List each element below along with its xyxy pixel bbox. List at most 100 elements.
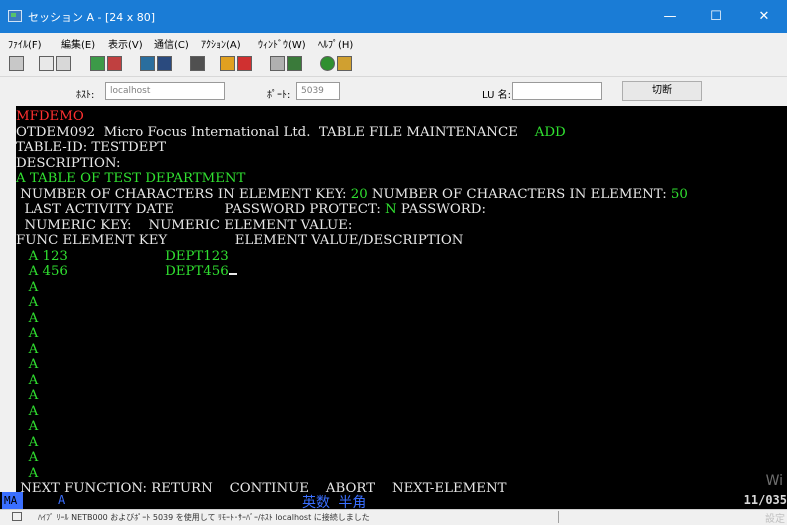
terminal-text: 456 xyxy=(42,264,68,279)
menu-help[interactable]: ﾍﾙﾌﾟ(H) xyxy=(318,36,353,51)
oia-indicator: MA xyxy=(2,492,24,509)
keyboard-setup-icon[interactable] xyxy=(157,56,172,71)
terminal-text: A xyxy=(16,326,39,341)
terminal-text: ADD xyxy=(534,124,566,140)
terminal-line: A xyxy=(16,357,39,373)
terminal-line: LAST ACTIVITY DATE PASSWORD PROTECT: N P… xyxy=(16,202,486,218)
terminal-text: LAST ACTIVITY DATE PASSWORD PROTECT: xyxy=(16,202,386,217)
send-file-icon[interactable] xyxy=(90,56,105,71)
terminal-line: OTDEM092 Micro Focus International Ltd. … xyxy=(16,125,566,141)
menu-communication[interactable]: 通信(C) xyxy=(154,36,189,51)
terminal-text: TABLE-ID: TESTDEPT xyxy=(16,140,167,155)
receive-file-icon[interactable] xyxy=(107,56,122,71)
record-macro-icon[interactable] xyxy=(220,56,235,71)
terminal-text: 123 xyxy=(42,248,68,264)
terminal-line: TABLE-ID: TESTDEPT xyxy=(16,140,166,156)
terminal-text: DESCRIPTION: xyxy=(16,155,121,171)
status-bar: ﾊｲﾌﾞ ﾘｰﾙ NETB000 およびﾎﾟｰﾄ 5039 を使用して ﾘﾓｰﾄ… xyxy=(0,509,787,524)
session-icon[interactable] xyxy=(270,56,285,71)
terminal-line: A 123 DEPT123 xyxy=(16,249,229,265)
terminal-line: A 456 DEPT456 xyxy=(16,264,237,280)
terminal-line: A xyxy=(16,434,39,451)
terminal-cursor xyxy=(228,273,237,275)
window-title: セッション A - [24 x 80] xyxy=(28,11,156,24)
port-field[interactable]: 5039 xyxy=(296,82,340,100)
terminal-line: NUMERIC KEY: NUMERIC ELEMENT VALUE: xyxy=(16,218,352,234)
menu-window[interactable]: ｳｨﾝﾄﾞｳ(W) xyxy=(258,36,306,51)
oia-mode: A xyxy=(58,493,66,507)
terminal-text: FUNC ELEMENT KEY ELEMENT VALUE/DESCRIPTI… xyxy=(16,233,464,248)
terminal-text: A xyxy=(16,248,43,264)
menu-action[interactable]: ｱｸｼｮﾝ(A) xyxy=(201,36,241,51)
lu-name-label: LU 名: xyxy=(482,90,511,101)
terminal-line: NEXT FUNCTION: RETURN CONTINUE ABORT NEX… xyxy=(16,481,506,492)
terminal-text: A xyxy=(16,279,39,295)
terminal-text: A xyxy=(16,310,39,326)
print-screen-icon[interactable] xyxy=(9,56,24,71)
terminal-text: A xyxy=(16,388,39,403)
close-button[interactable]: ✕ xyxy=(741,0,787,33)
menu-edit[interactable]: 編集(E) xyxy=(61,36,95,51)
terminal-line: FUNC ELEMENT KEY ELEMENT VALUE/DESCRIPTI… xyxy=(16,233,463,249)
macro-icon[interactable] xyxy=(190,56,205,71)
activation-watermark-2: 設定 xyxy=(765,514,785,525)
activation-watermark: Wi xyxy=(765,473,783,489)
disconnect-button[interactable]: 切断 xyxy=(622,81,702,101)
terminal-screen[interactable]: MFDEMO OTDEM092 Micro Focus International… xyxy=(16,106,787,492)
terminal-line: A xyxy=(16,310,39,327)
terminal-text: PASSWORD: xyxy=(396,202,486,217)
terminal-line: A xyxy=(16,450,39,466)
terminal-line: A xyxy=(16,388,39,404)
oia-status-line: MA A 英数 半角 11/035 xyxy=(0,492,787,511)
maximize-button[interactable]: ☐ xyxy=(693,0,739,33)
terminal-line: MFDEMO xyxy=(16,109,84,125)
terminal-line: A TABLE OF TEST DEPARTMENT xyxy=(16,171,245,187)
terminal-text: N xyxy=(385,202,397,217)
connection-icon xyxy=(12,512,22,521)
terminal-text: A xyxy=(16,434,39,450)
host-field[interactable]: localhost xyxy=(105,82,225,100)
terminal-line: NUMBER OF CHARACTERS IN ELEMENT KEY: 20 … xyxy=(16,187,688,203)
app-icon xyxy=(8,10,22,22)
port-label: ﾎﾟｰﾄ: xyxy=(267,90,291,101)
status-message: ﾊｲﾌﾞ ﾘｰﾙ NETB000 およびﾎﾟｰﾄ 5039 を使用して ﾘﾓｰﾄ… xyxy=(38,513,370,522)
terminal-text: 20 xyxy=(350,186,368,202)
terminal-text: DEPT123 xyxy=(67,248,229,264)
terminal-text: A xyxy=(16,372,39,388)
display-setup-icon[interactable] xyxy=(140,56,155,71)
terminal-text: A xyxy=(16,403,39,419)
minimize-button[interactable]: — xyxy=(647,0,693,33)
terminal-line: DESCRIPTION: xyxy=(16,156,121,172)
terminal-line: A xyxy=(16,341,39,358)
menu-bar: ﾌｧｲﾙ(F) 編集(E) 表示(V) 通信(C) ｱｸｼｮﾝ(A) ｳｨﾝﾄﾞ… xyxy=(0,33,787,51)
lu-name-field[interactable] xyxy=(512,82,602,100)
terminal-line: A xyxy=(16,372,39,389)
session-manager-icon[interactable] xyxy=(287,56,302,71)
status-divider xyxy=(558,511,559,523)
menu-file[interactable]: ﾌｧｲﾙ(F) xyxy=(8,36,42,51)
title-bar: セッション A - [24 x 80] — ☐ ✕ xyxy=(0,0,787,33)
cursor-position: 11/035 xyxy=(743,493,787,507)
globe-icon[interactable] xyxy=(320,56,335,71)
terminal-text: NUMBER OF CHARACTERS IN ELEMENT KEY: xyxy=(16,186,351,202)
copy-icon[interactable] xyxy=(39,56,54,71)
play-macro-icon[interactable] xyxy=(237,56,252,71)
terminal-line: A xyxy=(16,465,39,482)
terminal-line: A xyxy=(16,419,39,435)
paste-icon[interactable] xyxy=(56,56,71,71)
menu-view[interactable]: 表示(V) xyxy=(108,36,143,51)
terminal-text: A xyxy=(16,341,39,357)
terminal-line: A xyxy=(16,279,39,296)
terminal-line: A xyxy=(16,326,39,342)
terminal-line: A xyxy=(16,295,39,311)
terminal-line: A xyxy=(16,403,39,420)
terminal-text: OTDEM092 Micro Focus International Ltd. … xyxy=(16,124,535,140)
terminal-text: NUMBER OF CHARACTERS IN ELEMENT: xyxy=(367,186,671,202)
terminal-text: A xyxy=(16,357,39,372)
terminal-text: 50 xyxy=(670,186,688,202)
help-icon[interactable] xyxy=(337,56,352,71)
connection-bar: ﾎｽﾄ: localhost ﾎﾟｰﾄ: 5039 LU 名: 切断 xyxy=(0,77,787,105)
terminal-text: A xyxy=(16,465,39,481)
terminal-text: A xyxy=(16,295,39,310)
host-label: ﾎｽﾄ: xyxy=(76,90,95,101)
